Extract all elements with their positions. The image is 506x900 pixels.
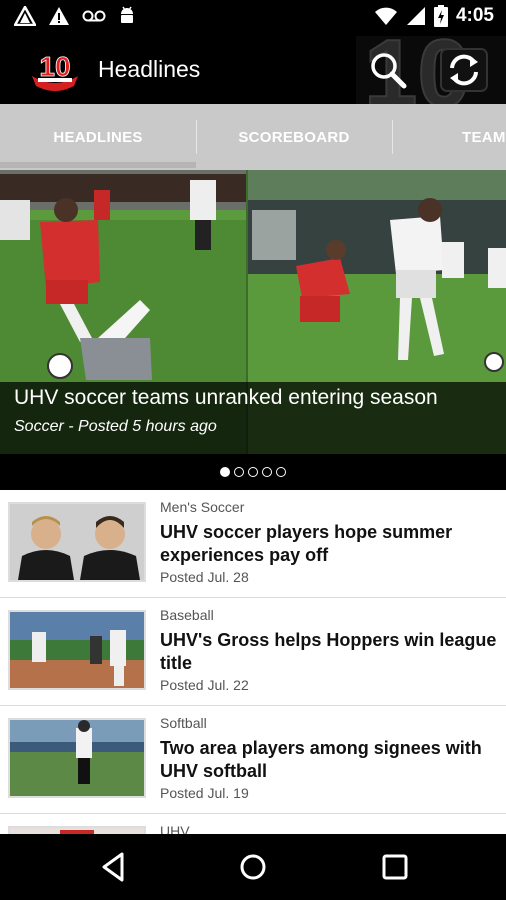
- hero-title[interactable]: UHV soccer teams unranked entering seaso…: [14, 386, 438, 410]
- list-item[interactable]: Baseball UHV's Gross helps Hoppers win l…: [0, 598, 506, 706]
- navigation-bar: [0, 834, 506, 900]
- app-logo: 10: [32, 51, 78, 91]
- page-title: Headlines: [98, 56, 201, 82]
- android-icon: [121, 6, 133, 23]
- signal-icon: [406, 7, 425, 25]
- pager-dot-active[interactable]: [220, 467, 230, 477]
- pager-dot[interactable]: [248, 467, 258, 477]
- svg-text:10: 10: [39, 51, 70, 82]
- news-headline: UHV's Gross helps Hoppers win league tit…: [160, 630, 497, 673]
- tab-scoreboard[interactable]: SCOREBOARD: [196, 104, 392, 170]
- back-icon[interactable]: [96, 850, 130, 884]
- carousel-pager: [0, 454, 506, 490]
- news-posted-date: Posted Jul. 28: [160, 569, 249, 585]
- battery-charging-icon: [433, 5, 448, 27]
- news-list: Men's Soccer UHV soccer players hope sum…: [0, 490, 506, 834]
- thumbnail-image: [8, 826, 146, 834]
- tab-team[interactable]: TEAM: [392, 104, 506, 170]
- news-headline: Two area players among signees with UHV …: [160, 738, 482, 781]
- alert-icon: [49, 7, 69, 25]
- hero-subtitle: Soccer - Posted 5 hours ago: [14, 418, 217, 435]
- clock: 4:05: [455, 5, 494, 26]
- thumbnail-image: [8, 718, 146, 798]
- list-item[interactable]: Men's Soccer UHV soccer players hope sum…: [0, 490, 506, 598]
- news-category: UHV: [160, 823, 190, 834]
- wifi-icon: [374, 7, 397, 25]
- app-bar: 10 10 Headlines: [0, 36, 506, 104]
- tab-bar: HEADLINES SCOREBOARD TEAM: [0, 104, 506, 170]
- list-item[interactable]: UHV: [0, 814, 506, 834]
- thumbnail-image: [8, 610, 146, 690]
- news-headline: UHV soccer players hope summer experienc…: [160, 522, 453, 565]
- news-posted-date: Posted Jul. 22: [160, 677, 249, 693]
- news-category: Baseball: [160, 607, 214, 623]
- news-posted-date: Posted Jul. 19: [160, 785, 249, 801]
- home-icon[interactable]: [236, 850, 270, 884]
- thumbnail-image: [8, 502, 146, 582]
- news-category: Men's Soccer: [160, 499, 245, 515]
- pager-dot[interactable]: [234, 467, 244, 477]
- tab-selected-indicator: [0, 162, 196, 168]
- status-bar: 4:05: [0, 0, 506, 36]
- recents-icon[interactable]: [378, 850, 412, 884]
- tab-headlines[interactable]: HEADLINES: [0, 104, 196, 170]
- hero-carousel[interactable]: UHV soccer teams unranked entering seaso…: [0, 170, 506, 454]
- pager-dot[interactable]: [262, 467, 272, 477]
- pager-dot[interactable]: [276, 467, 286, 477]
- refresh-icon[interactable]: [440, 48, 488, 92]
- warning-triangle-icon: [14, 6, 36, 26]
- news-category: Softball: [160, 715, 207, 731]
- list-item[interactable]: Softball Two area players among signees …: [0, 706, 506, 814]
- voicemail-icon: [82, 10, 106, 22]
- search-icon[interactable]: [368, 50, 408, 90]
